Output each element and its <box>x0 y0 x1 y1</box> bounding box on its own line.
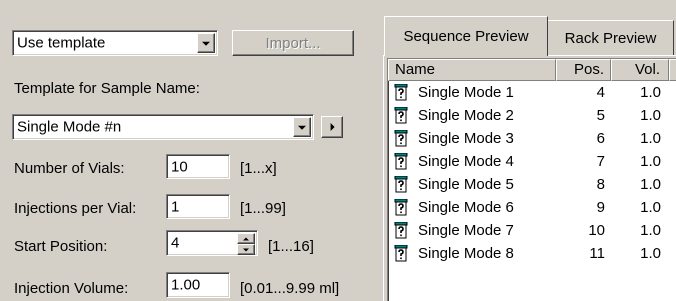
tab-rack-preview[interactable]: Rack Preview <box>548 20 674 55</box>
row-pos: 5 <box>596 107 605 124</box>
row-pos: 4 <box>596 84 605 101</box>
vial-question-icon <box>394 83 408 101</box>
row-name: Single Mode 4 <box>418 153 514 170</box>
row-vol: 1.0 <box>640 84 661 101</box>
row-vol: 1.0 <box>640 130 661 147</box>
injections-range: [1...99] <box>240 200 286 217</box>
vial-question-icon <box>394 244 408 262</box>
column-header-vol[interactable]: Vol. <box>611 59 669 81</box>
row-pos: 8 <box>596 176 605 193</box>
list-item[interactable]: Single Mode 7 10 1.0 <box>388 219 676 242</box>
injection-volume-input[interactable]: 1.00 <box>166 272 230 298</box>
vials-input[interactable]: 10 <box>166 154 230 179</box>
row-name: Single Mode 1 <box>418 84 514 101</box>
row-name: Single Mode 6 <box>418 199 514 216</box>
row-pos: 9 <box>596 199 605 216</box>
list-item[interactable]: Single Mode 5 8 1.0 <box>388 173 676 196</box>
start-position-value: 4 <box>171 234 180 252</box>
spin-down-button[interactable] <box>237 244 255 255</box>
row-name: Single Mode 2 <box>418 107 514 124</box>
list-item[interactable]: Single Mode 4 7 1.0 <box>388 150 676 173</box>
row-vol: 1.0 <box>640 153 661 170</box>
insert-placeholder-button[interactable] <box>321 116 343 138</box>
tab-sequence-preview[interactable]: Sequence Preview <box>384 16 548 56</box>
template-label: Template for Sample Name: <box>14 80 200 97</box>
spin-down-icon <box>243 248 249 251</box>
vial-question-icon <box>394 106 408 124</box>
sample-name-template-combobox[interactable]: Single Mode #n <box>12 114 314 140</box>
row-pos: 11 <box>589 245 605 262</box>
arrow-right-icon <box>330 123 335 131</box>
spin-up-button[interactable] <box>237 233 255 244</box>
start-position-range: [1...16] <box>268 238 314 255</box>
row-name: Single Mode 3 <box>418 130 514 147</box>
vial-question-icon <box>394 129 408 147</box>
sample-name-template-dropdown-button[interactable] <box>293 117 311 137</box>
spin-up-icon <box>243 237 249 240</box>
template-mode-dropdown-button[interactable] <box>197 33 215 53</box>
injections-input[interactable]: 1 <box>166 194 230 219</box>
template-mode-value: Use template <box>17 34 106 52</box>
injection-volume-range: [0.01...9.99 ml] <box>240 280 340 297</box>
list-item[interactable]: Single Mode 8 11 1.0 <box>388 242 676 265</box>
chevron-down-icon <box>202 41 210 46</box>
row-name: Single Mode 8 <box>418 245 514 262</box>
template-mode-combobox[interactable]: Use template <box>12 30 218 56</box>
list-item[interactable]: Single Mode 2 5 1.0 <box>388 104 676 127</box>
row-pos: 7 <box>596 153 605 170</box>
import-button[interactable]: Import... <box>232 30 354 56</box>
column-header-pos[interactable]: Pos. <box>556 59 611 81</box>
row-vol: 1.0 <box>640 199 661 216</box>
row-pos: 6 <box>596 130 605 147</box>
sequence-preview-list[interactable]: Name Pos. Vol. Single Mode 1 4 1.0 Singl… <box>387 58 676 301</box>
vial-question-icon <box>394 152 408 170</box>
import-button-label: Import... <box>265 34 321 52</box>
injection-volume-label: Injection Volume: <box>14 280 129 297</box>
column-header-filler <box>669 59 676 81</box>
start-position-label: Start Position: <box>14 238 108 255</box>
row-vol: 1.0 <box>640 176 661 193</box>
start-position-spinbox[interactable]: 4 <box>166 230 258 256</box>
row-pos: 10 <box>588 222 605 239</box>
vials-range: [1...x] <box>240 160 277 177</box>
vial-question-icon <box>394 221 408 239</box>
list-item[interactable]: Single Mode 6 9 1.0 <box>388 196 676 219</box>
vial-question-icon <box>394 198 408 216</box>
row-vol: 1.0 <box>640 222 661 239</box>
row-vol: 1.0 <box>640 245 661 262</box>
injections-label: Injections per Vial: <box>14 200 137 217</box>
row-vol: 1.0 <box>640 107 661 124</box>
row-name: Single Mode 5 <box>418 176 514 193</box>
sample-name-template-value: Single Mode #n <box>17 118 122 136</box>
vials-label: Number of Vials: <box>14 160 125 177</box>
list-item[interactable]: Single Mode 1 4 1.0 <box>388 81 676 104</box>
column-header-name[interactable]: Name <box>388 59 556 81</box>
list-item[interactable]: Single Mode 3 6 1.0 <box>388 127 676 150</box>
row-name: Single Mode 7 <box>418 222 514 239</box>
chevron-down-icon <box>298 125 306 130</box>
vial-question-icon <box>394 175 408 193</box>
